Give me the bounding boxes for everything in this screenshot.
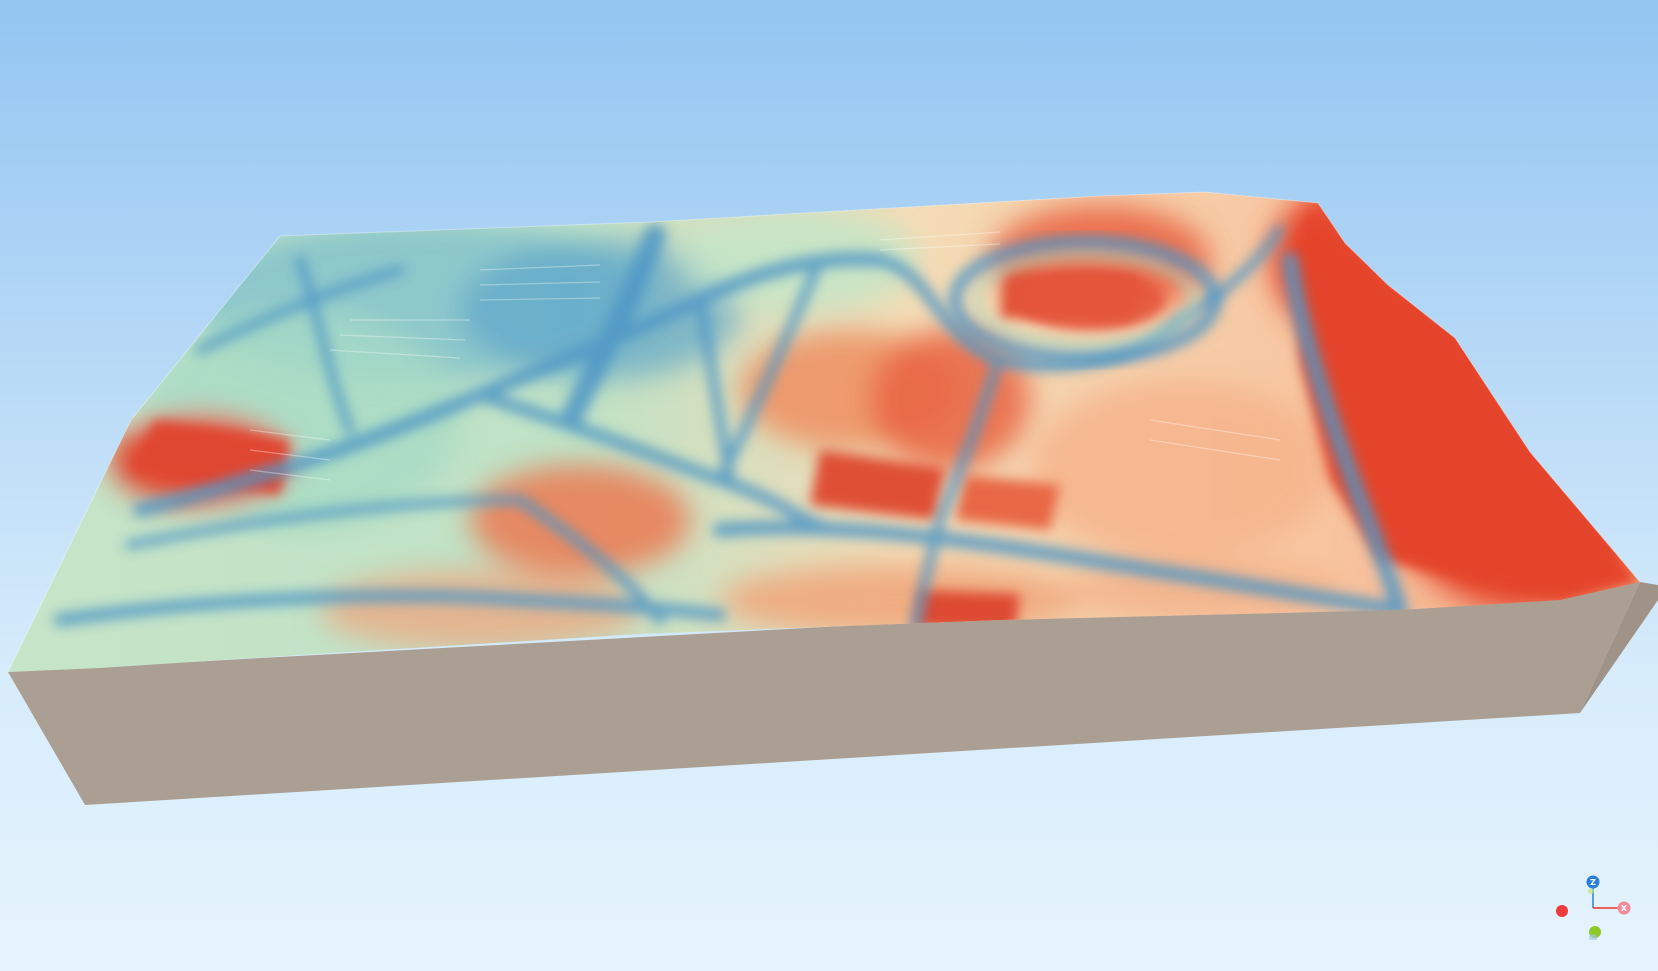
- 3d-viewport[interactable]: Z X: [0, 0, 1658, 971]
- neg-y-axis-handle[interactable]: [1588, 888, 1594, 894]
- axis-orientation-gizmo[interactable]: Z X: [1545, 865, 1635, 940]
- x-axis-label: X: [1621, 904, 1628, 913]
- terrain-scene[interactable]: [0, 0, 1658, 971]
- neg-x-axis-handle[interactable]: [1556, 905, 1568, 917]
- z-axis-label: Z: [1590, 878, 1596, 887]
